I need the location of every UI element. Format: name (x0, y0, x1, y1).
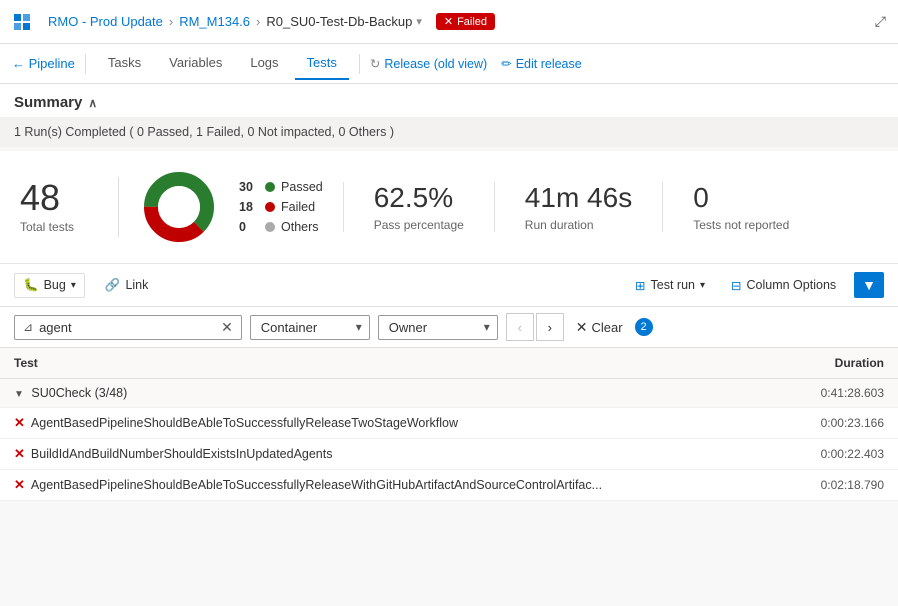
search-input-wrap: ⊿ ✕ (14, 315, 242, 340)
not-reported-label: Tests not reported (693, 218, 789, 232)
summary-title: Summary (14, 94, 82, 111)
test-duration: 0:00:23.166 (782, 408, 898, 439)
table-group-row[interactable]: ▼ SU0Check (3/48) 0:41:28.603 (0, 379, 898, 408)
donut-chart (139, 167, 219, 247)
expand-icon[interactable]: ⤢ (875, 13, 886, 30)
edit-release[interactable]: ✏ Edit release (501, 56, 582, 71)
group-duration: 0:41:28.603 (782, 379, 898, 408)
run-duration-number: 41m 46s (525, 182, 632, 214)
pass-percentage-label: Pass percentage (374, 218, 464, 232)
container-select-wrap: Container (250, 315, 370, 340)
results-table: Test Duration ▼ SU0Check (3/48) 0:41:28.… (0, 348, 898, 501)
passed-dot (265, 182, 275, 192)
pass-percentage-stat: 62.5% Pass percentage (343, 182, 494, 232)
table-row[interactable]: ✕ AgentBasedPipelineShouldBeAbleToSucces… (0, 470, 898, 501)
bug-icon: 🐛 (23, 278, 39, 293)
prev-arrow[interactable]: ‹ (506, 313, 534, 341)
tab-logs[interactable]: Logs (238, 47, 290, 80)
not-reported-number: 0 (693, 182, 789, 214)
legend-failed: 18 Failed (239, 200, 323, 214)
search-input[interactable] (39, 320, 215, 335)
test-duration: 0:00:22.403 (782, 439, 898, 470)
legend-others: 0 Others (239, 220, 323, 234)
summary-header[interactable]: Summary ∧ (0, 84, 898, 117)
breadcrumb-release[interactable]: RM_M134.6 (179, 14, 250, 29)
testrun-chevron: ▾ (700, 280, 705, 291)
nav-separator-2 (359, 54, 360, 74)
pass-percentage-number: 62.5% (374, 182, 464, 214)
total-tests-label: Total tests (20, 220, 74, 234)
tab-tasks[interactable]: Tasks (96, 47, 153, 80)
release-old-view[interactable]: ↻ Release (old view) (370, 56, 487, 71)
filter-row: ⊿ ✕ Container Owner ‹ › ✕ Clear 2 (0, 307, 898, 348)
clear-input-icon[interactable]: ✕ (221, 319, 233, 336)
status-badge: ✕ Failed (436, 13, 495, 30)
donut-section: 30 Passed 18 Failed 0 Others (139, 167, 343, 247)
filter-icon: ▼ (862, 277, 876, 293)
breadcrumb-stage[interactable]: R0_SU0-Test-Db-Backup ▾ (266, 14, 421, 29)
testrun-icon: ⊞ (635, 278, 645, 293)
nav-arrows: ‹ › (506, 313, 564, 341)
results-table-wrap: Test Duration ▼ SU0Check (3/48) 0:41:28.… (0, 348, 898, 501)
breadcrumb-project[interactable]: RMO - Prod Update (48, 14, 163, 29)
legend-passed: 30 Passed (239, 180, 323, 194)
failed-dot (265, 202, 275, 212)
fail-icon: ✕ (14, 446, 25, 462)
nav-separator (85, 54, 86, 74)
next-arrow[interactable]: › (536, 313, 564, 341)
col-duration: Duration (782, 348, 898, 379)
toolbar: 🐛 Bug ▾ 🔗 Link ⊞ Test run ▾ ⊟ Column Opt… (0, 264, 898, 307)
donut-legend: 30 Passed 18 Failed 0 Others (239, 180, 323, 234)
filter-count-badge: 2 (635, 318, 653, 336)
run-duration-label: Run duration (525, 218, 632, 232)
table-row[interactable]: ✕ BuildIdAndBuildNumberShouldExistsInUpd… (0, 439, 898, 470)
back-pipeline[interactable]: ← Pipeline (12, 56, 75, 71)
table-row[interactable]: ✕ AgentBasedPipelineShouldBeAbleToSucces… (0, 408, 898, 439)
tab-variables[interactable]: Variables (157, 47, 234, 80)
link-button[interactable]: 🔗 Link (97, 274, 157, 297)
owner-select-wrap: Owner (378, 315, 498, 340)
total-tests-stat: 48 Total tests (20, 180, 98, 234)
summary-chevron: ∧ (88, 96, 97, 110)
col-test: Test (0, 348, 782, 379)
total-tests-number: 48 (20, 180, 74, 216)
test-name-cell: ✕ AgentBasedPipelineShouldBeAbleToSucces… (0, 470, 782, 501)
clear-x-icon: ✕ (576, 319, 588, 336)
others-dot (265, 222, 275, 232)
fail-icon: ✕ (14, 477, 25, 493)
owner-select[interactable]: Owner (378, 315, 498, 340)
test-duration: 0:02:18.790 (782, 470, 898, 501)
expand-arrow[interactable]: ▼ (14, 389, 24, 400)
column-options-icon: ⊟ (731, 278, 741, 293)
breadcrumb: RMO - Prod Update › RM_M134.6 › R0_SU0-T… (48, 13, 495, 30)
nav-tabs: ← Pipeline Tasks Variables Logs Tests ↻ … (0, 44, 898, 84)
fail-icon: ✕ (14, 415, 25, 431)
bug-chevron: ▾ (71, 280, 76, 291)
info-banner: 1 Run(s) Completed ( 0 Passed, 1 Failed,… (0, 117, 898, 147)
clear-button[interactable]: ✕ Clear (572, 315, 627, 340)
toolbar-right: ⊞ Test run ▾ ⊟ Column Options ▼ (627, 272, 884, 298)
run-duration-stat: 41m 46s Run duration (494, 182, 662, 232)
test-name-cell: ✕ BuildIdAndBuildNumberShouldExistsInUpd… (0, 439, 782, 470)
group-name-cell: ▼ SU0Check (3/48) (0, 379, 782, 408)
azure-logo-icon (12, 12, 32, 32)
column-options-button[interactable]: ⊟ Column Options (723, 274, 844, 297)
stats-row: 48 Total tests 30 Pass (0, 151, 898, 264)
stat-divider-1 (118, 177, 119, 237)
filter-button[interactable]: ▼ (854, 272, 884, 298)
main-content: Summary ∧ 1 Run(s) Completed ( 0 Passed,… (0, 84, 898, 606)
not-reported-stat: 0 Tests not reported (662, 182, 819, 232)
link-icon: 🔗 (105, 278, 121, 293)
top-bar: RMO - Prod Update › RM_M134.6 › R0_SU0-T… (0, 0, 898, 44)
breadcrumb-sep-1: › (169, 14, 173, 29)
tab-tests[interactable]: Tests (295, 47, 349, 80)
container-select[interactable]: Container (250, 315, 370, 340)
search-icon: ⊿ (23, 320, 33, 334)
test-name-cell: ✕ AgentBasedPipelineShouldBeAbleToSucces… (0, 408, 782, 439)
test-run-button[interactable]: ⊞ Test run ▾ (627, 274, 713, 297)
azure-logo (12, 12, 38, 32)
bug-button[interactable]: 🐛 Bug ▾ (14, 273, 85, 298)
breadcrumb-sep-2: › (256, 14, 260, 29)
